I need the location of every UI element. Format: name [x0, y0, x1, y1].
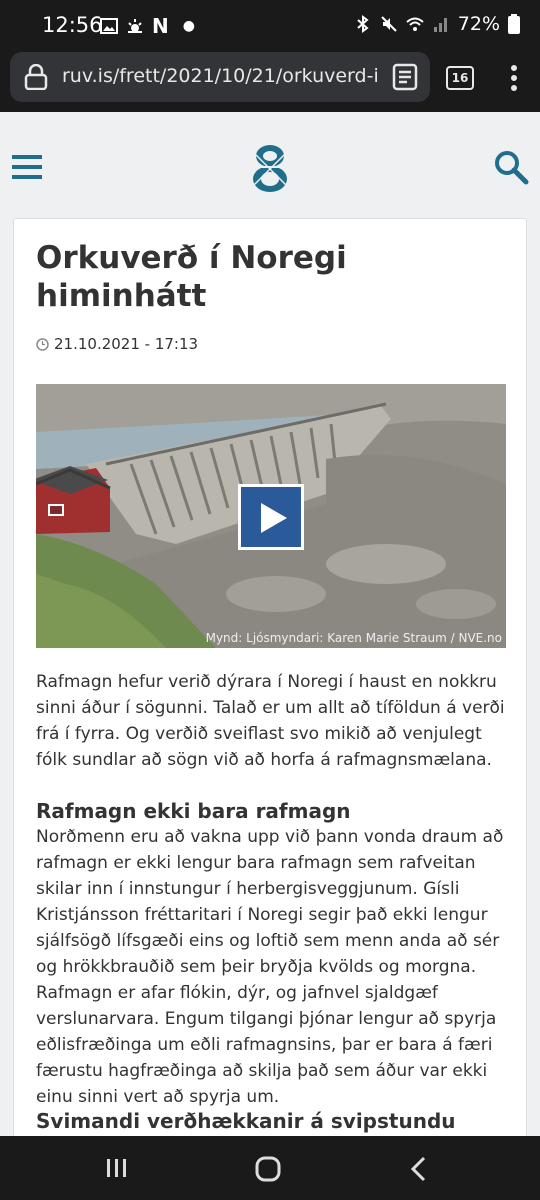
clock-icon [36, 337, 49, 351]
search-icon[interactable] [493, 149, 529, 185]
section-heading-2: Svimandi verðhækkanir á svipstundu [36, 1109, 456, 1133]
hamburger-menu-icon[interactable] [12, 154, 42, 180]
netflix-icon: N [152, 14, 169, 38]
reader-mode-icon[interactable] [390, 62, 420, 92]
wifi-icon [406, 17, 424, 31]
article-video[interactable]: Mynd: Ljósmyndari: Karen Marie Straum / … [36, 384, 506, 648]
signal-icon [433, 18, 447, 32]
home-icon[interactable] [255, 1156, 281, 1182]
status-notifications: N ● [100, 14, 195, 38]
more-options-icon[interactable] [504, 64, 524, 92]
article-title: Orkuverð í Noregi himinhátt [36, 240, 347, 314]
status-bar: 12:56 N ● 72% [0, 0, 540, 52]
article-paragraph-1: Norðmenn eru að vakna upp við þann vonda… [36, 827, 504, 1107]
recent-apps-icon[interactable] [106, 1158, 128, 1178]
battery-percent: 72% [457, 13, 500, 35]
system-nav-bar [0, 1136, 540, 1200]
ruv-logo-icon[interactable] [244, 142, 296, 194]
tabs-button[interactable]: 16 [446, 66, 474, 90]
image-caption: Mynd: Ljósmyndari: Karen Marie Straum / … [205, 631, 502, 645]
weather-icon [128, 19, 142, 33]
back-icon[interactable] [410, 1156, 426, 1182]
mute-icon [381, 16, 397, 32]
bluetooth-icon [357, 15, 369, 33]
section-heading-1: Rafmagn ekki bara rafmagn [36, 799, 351, 823]
lock-icon[interactable] [24, 64, 48, 90]
site-header [0, 112, 540, 218]
status-system-icons: 72% [354, 13, 520, 35]
battery-icon [508, 14, 520, 34]
more-notifications-dot: ● [182, 18, 195, 34]
article-intro: Rafmagn hefur verið dýrara í Noregi í ha… [36, 672, 505, 770]
url-text[interactable]: ruv.is/frett/2021/10/21/orkuverd-i-n [62, 65, 378, 87]
play-button[interactable] [238, 484, 304, 550]
play-icon[interactable] [259, 501, 289, 535]
address-bar[interactable]: ruv.is/frett/2021/10/21/orkuverd-i-n [10, 52, 430, 102]
date-text: 21.10.2021 - 17:13 [54, 335, 199, 353]
web-page: Orkuverð í Noregi himinhátt 21.10.2021 -… [0, 112, 540, 1136]
browser-toolbar: ruv.is/frett/2021/10/21/orkuverd-i-n 16 [0, 52, 540, 112]
article-date: 21.10.2021 - 17:13 [36, 335, 198, 353]
article-card: Orkuverð í Noregi himinhátt 21.10.2021 -… [13, 218, 527, 1136]
status-time: 12:56 [42, 13, 103, 37]
gallery-icon [100, 18, 118, 34]
